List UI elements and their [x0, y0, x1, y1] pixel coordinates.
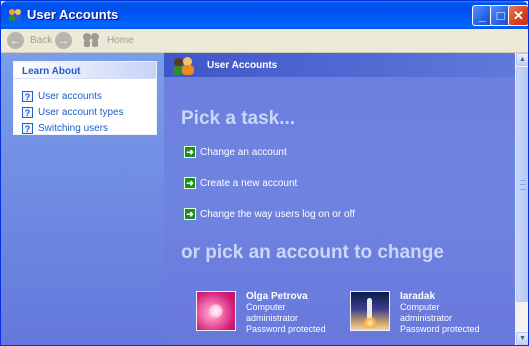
main-header: User Accounts: [164, 53, 515, 77]
vertical-scrollbar[interactable]: ▲ ▼: [515, 53, 528, 345]
account-name: Iaradak: [400, 291, 436, 302]
account-tile-iaradak[interactable]: Iaradak Computer administrator Password …: [350, 291, 480, 335]
title-bar[interactable]: User Accounts _ □ ✕: [1, 1, 528, 29]
forward-button[interactable]: →: [55, 32, 78, 49]
user-accounts-icon: [173, 56, 195, 76]
home-label: Home: [107, 34, 134, 46]
left-pane: Learn About ? User accounts ? User accou…: [1, 53, 164, 345]
learn-about-heading: Learn About: [14, 62, 156, 79]
task-label: Change the way users log on or off: [200, 208, 355, 220]
main-pane: User Accounts Pick a task... ➜ Change an…: [164, 53, 515, 345]
account-details: Iaradak Computer administrator Password …: [400, 291, 480, 335]
account-type-line2: administrator: [246, 313, 299, 323]
account-type-line2: administrator: [400, 313, 453, 323]
back-button[interactable]: ← Back: [7, 32, 52, 49]
window-title: User Accounts: [27, 7, 119, 22]
learn-link-user-accounts[interactable]: ? User accounts: [22, 91, 102, 102]
scroll-grip-icon: [520, 180, 526, 190]
help-icon: ?: [22, 91, 33, 102]
close-icon: ✕: [513, 8, 524, 23]
main-header-title: User Accounts: [207, 60, 278, 71]
close-button[interactable]: ✕: [508, 5, 528, 26]
home-button[interactable]: Home: [83, 32, 134, 48]
help-icon: ?: [22, 107, 33, 118]
scroll-up-button[interactable]: ▲: [516, 53, 528, 66]
account-type-line1: Computer: [246, 302, 286, 312]
task-arrow-icon: ➜: [184, 146, 196, 158]
account-status: Password protected: [400, 324, 480, 334]
account-picture-flower: [196, 291, 236, 331]
learn-about-panel: Learn About ? User accounts ? User accou…: [13, 61, 157, 135]
learn-link-label: User account types: [38, 107, 124, 118]
task-change-account[interactable]: ➜ Change an account: [184, 146, 287, 158]
account-type-line1: Computer: [400, 302, 440, 312]
home-users-icon: [83, 32, 101, 48]
account-details: Olga Petrova Computer administrator Pass…: [246, 291, 326, 335]
account-tile-olga-petrova[interactable]: Olga Petrova Computer administrator Pass…: [196, 291, 326, 335]
task-label: Create a new account: [200, 177, 298, 189]
account-name: Olga Petrova: [246, 291, 308, 302]
back-label: Back: [30, 35, 53, 46]
pick-task-heading: Pick a task...: [181, 108, 296, 129]
task-arrow-icon: ➜: [184, 177, 196, 189]
back-arrow-icon: ←: [7, 32, 24, 49]
scroll-down-button[interactable]: ▼: [516, 332, 528, 345]
scroll-thumb[interactable]: [516, 67, 528, 302]
learn-link-user-account-types[interactable]: ? User account types: [22, 107, 124, 118]
account-picture-shuttle: [350, 291, 390, 331]
learn-link-label: User accounts: [38, 91, 102, 102]
user-accounts-app-icon: [9, 9, 21, 21]
account-status: Password protected: [246, 324, 326, 334]
task-arrow-icon: ➜: [184, 208, 196, 220]
learn-link-switching-users[interactable]: ? Switching users: [22, 123, 108, 134]
forward-arrow-icon: →: [55, 32, 72, 49]
task-label: Change an account: [200, 146, 287, 158]
help-icon: ?: [22, 123, 33, 134]
learn-link-label: Switching users: [38, 123, 109, 134]
pick-account-heading: or pick an account to change: [181, 242, 444, 263]
navigation-toolbar: ← Back → Home: [1, 29, 528, 53]
user-accounts-window: User Accounts _ □ ✕ ← Back → Home Learn …: [0, 0, 529, 346]
task-create-account[interactable]: ➜ Create a new account: [184, 177, 297, 189]
task-change-logon[interactable]: ➜ Change the way users log on or off: [184, 208, 355, 220]
